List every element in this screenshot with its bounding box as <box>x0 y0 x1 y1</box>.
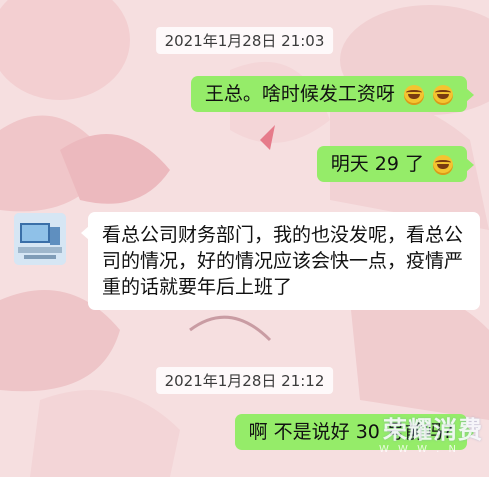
message-bubble-outgoing[interactable]: 明天 29 了 <box>316 146 475 182</box>
avatar[interactable] <box>14 213 66 265</box>
message-text: 王总。啥时候发工资呀 <box>204 83 395 105</box>
laugh-cry-icon <box>403 84 424 105</box>
message-bubble-incoming[interactable]: 看总公司财务部门，我的也没发呢，看总公司的情况，好的情况应该会快一点，疫情严重的… <box>81 212 480 310</box>
timestamp: 2021年1月28日 21:12 <box>155 367 334 394</box>
laugh-cry-icon <box>433 84 453 105</box>
message-text: 明天 29 了 <box>330 153 424 175</box>
message-bubble-outgoing[interactable]: 王总。啥时候发工资呀 <box>190 76 475 112</box>
watermark-url: W W W . N <box>378 444 459 455</box>
laugh-cry-icon <box>433 154 453 175</box>
message-text: 看总公司财务部门，我的也没发呢，看总公司的情况，好的情况应该会快一点，疫情严重的… <box>102 224 464 298</box>
timestamp: 2021年1月28日 21:03 <box>155 27 334 54</box>
watermark-logo: 荣耀消费 <box>383 416 483 444</box>
